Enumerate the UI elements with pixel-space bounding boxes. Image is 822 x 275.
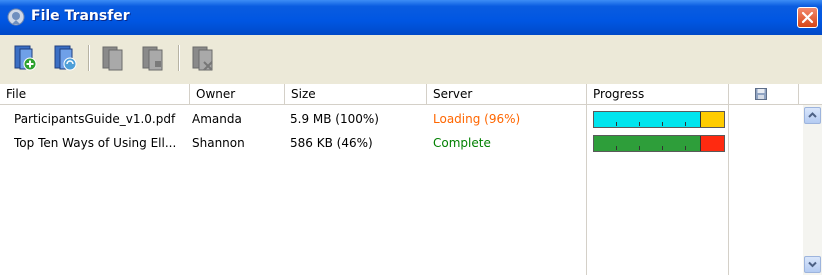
progress-remaining <box>701 112 724 127</box>
file-name-cell: ParticipantsGuide_v1.0.pdf <box>14 112 176 126</box>
file-transfer-window: File Transfer File Owner Size Server Pro… <box>0 0 822 275</box>
progress-tick <box>616 146 617 150</box>
title-bar[interactable]: File Transfer <box>0 0 822 35</box>
column-header: File Owner Size Server Progress <box>0 84 822 105</box>
chevron-down-icon <box>808 261 817 268</box>
progress-tick <box>639 146 640 150</box>
progress-tick <box>685 122 686 126</box>
remove-file-button[interactable] <box>190 43 218 73</box>
file-transfer-app-icon <box>7 8 25 26</box>
paste-file-icon <box>142 46 163 71</box>
scroll-down-button[interactable] <box>804 256 821 273</box>
progress-marker <box>700 112 701 127</box>
copy-file-button[interactable] <box>100 43 128 73</box>
table-row[interactable]: ParticipantsGuide_v1.0.pdf Amanda 5.9 MB… <box>0 107 803 131</box>
progress-tick <box>662 122 663 126</box>
send-file-icon <box>54 45 77 71</box>
progress-tick <box>685 146 686 150</box>
progress-bar <box>593 111 725 128</box>
owner-cell: Amanda <box>192 112 242 126</box>
copy-file-icon <box>102 46 123 71</box>
paste-file-button[interactable] <box>140 43 168 73</box>
window-title: File Transfer <box>31 8 130 24</box>
vertical-scrollbar[interactable] <box>803 105 822 275</box>
size-cell: 5.9 MB (100%) <box>290 112 379 126</box>
file-name-cell: Top Ten Ways of Using Ell... <box>14 136 177 150</box>
size-cell: 586 KB (46%) <box>290 136 373 150</box>
column-header-owner[interactable]: Owner <box>190 84 285 104</box>
progress-marker <box>700 136 701 151</box>
column-header-file[interactable]: File <box>0 84 190 104</box>
send-file-button[interactable] <box>52 43 80 73</box>
progress-bar <box>593 135 725 152</box>
close-icon <box>801 11 814 24</box>
transfer-list: ParticipantsGuide_v1.0.pdf Amanda 5.9 MB… <box>0 105 803 275</box>
toolbar <box>0 35 822 84</box>
scroll-up-button[interactable] <box>804 107 821 124</box>
remove-file-icon <box>192 46 213 71</box>
close-button[interactable] <box>797 7 818 28</box>
progress-tick <box>662 146 663 150</box>
column-header-save[interactable] <box>729 84 799 104</box>
owner-cell: Shannon <box>192 136 245 150</box>
column-header-progress[interactable]: Progress <box>587 84 729 104</box>
table-row[interactable]: Top Ten Ways of Using Ell... Shannon 586… <box>0 131 803 155</box>
column-header-server[interactable]: Server <box>427 84 587 104</box>
toolbar-separator <box>88 45 90 71</box>
column-header-size[interactable]: Size <box>285 84 427 104</box>
server-status-cell: Complete <box>433 136 491 150</box>
save-icon <box>755 88 767 100</box>
add-file-button[interactable] <box>12 43 40 73</box>
server-status-cell: Loading (96%) <box>433 112 521 126</box>
progress-tick <box>639 122 640 126</box>
progress-tick <box>616 122 617 126</box>
toolbar-separator <box>178 45 180 71</box>
add-file-icon <box>14 45 37 71</box>
progress-remaining <box>701 136 724 151</box>
chevron-up-icon <box>808 112 817 118</box>
